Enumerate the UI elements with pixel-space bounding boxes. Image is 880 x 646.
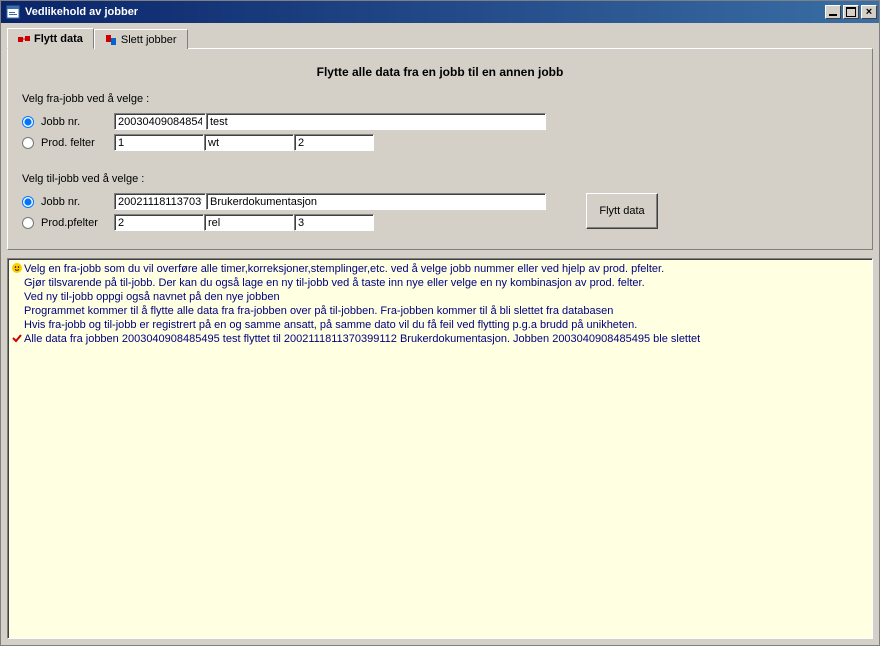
log-line: Ved ny til-jobb oppgi også navnet på den…	[12, 290, 868, 304]
from-pf1-input[interactable]	[114, 134, 204, 151]
from-jobnr-row: Jobb nr.	[22, 113, 858, 130]
flytt-data-icon	[18, 33, 30, 45]
close-button[interactable]: ×	[861, 5, 877, 19]
tab-flytt-label: Flytt data	[34, 33, 83, 45]
slett-jobber-icon	[105, 34, 117, 46]
log-text: Gjør tilsvarende på til-jobb. Der kan du…	[24, 276, 868, 290]
flytt-data-button[interactable]: Flytt data	[586, 193, 658, 229]
minimize-button[interactable]	[825, 5, 841, 19]
to-section-label: Velg til-jobb ved å velge :	[22, 173, 858, 185]
from-jobnr-radio[interactable]	[22, 116, 34, 128]
log-line: Programmet kommer til å flytte alle data…	[12, 304, 868, 318]
log-text: Programmet kommer til å flytte alle data…	[24, 304, 868, 318]
from-pf2-input[interactable]	[204, 134, 294, 151]
tabstrip: Flytt data Slett jobber	[7, 28, 873, 49]
to-pf3-input[interactable]	[294, 214, 374, 231]
from-prod-radio-label[interactable]: Prod. felter	[22, 137, 114, 149]
to-prod-radio-label[interactable]: Prod.pfelter	[22, 217, 114, 229]
page-heading: Flytte alle data fra en jobb til en anne…	[22, 65, 858, 79]
log-panel[interactable]: Velg en fra-jobb som du vil overføre all…	[7, 258, 873, 639]
info-icon	[12, 263, 22, 273]
maximize-button[interactable]	[843, 5, 859, 19]
log-text: Velg en fra-jobb som du vil overføre all…	[24, 262, 868, 276]
from-pf3-input[interactable]	[294, 134, 374, 151]
to-jobnr-input[interactable]	[114, 193, 206, 210]
from-prod-radio[interactable]	[22, 137, 34, 149]
app-icon	[5, 4, 21, 20]
to-prod-row: Prod.pfelter	[22, 214, 546, 231]
window-title: Vedlikehold av jobber	[25, 6, 823, 18]
to-prod-text: Prod.pfelter	[41, 217, 98, 229]
to-jobnr-row: Jobb nr.	[22, 193, 546, 210]
titlebar[interactable]: Vedlikehold av jobber ×	[1, 1, 879, 23]
to-jobnr-text: Jobb nr.	[41, 196, 80, 208]
from-jobnr-text: Jobb nr.	[41, 116, 80, 128]
tab-slett-jobber[interactable]: Slett jobber	[94, 29, 188, 49]
log-text: Ved ny til-jobb oppgi også navnet på den…	[24, 290, 868, 304]
content-area: Flytt data Slett jobber Flytte alle data…	[1, 23, 879, 645]
from-prod-row: Prod. felter	[22, 134, 858, 151]
to-jobnr-radio[interactable]	[22, 196, 34, 208]
log-text: Hvis fra-jobb og til-jobb er registrert …	[24, 318, 868, 332]
log-line: Gjør tilsvarende på til-jobb. Der kan du…	[12, 276, 868, 290]
log-text: Alle data fra jobben 2003040908485495 te…	[24, 332, 868, 346]
from-jobnr-input[interactable]	[114, 113, 206, 130]
from-section-label: Velg fra-jobb ved å velge :	[22, 93, 858, 105]
log-line: Alle data fra jobben 2003040908485495 te…	[12, 332, 868, 346]
to-pf1-input[interactable]	[114, 214, 204, 231]
to-jobname-input[interactable]	[206, 193, 546, 210]
to-pf2-input[interactable]	[204, 214, 294, 231]
log-line: Hvis fra-jobb og til-jobb er registrert …	[12, 318, 868, 332]
to-prod-radio[interactable]	[22, 217, 34, 229]
window-frame: Vedlikehold av jobber × Flytt data Slett…	[0, 0, 880, 646]
tab-flytt-data[interactable]: Flytt data	[7, 28, 94, 49]
tab-slett-label: Slett jobber	[121, 34, 177, 46]
log-line: Velg en fra-jobb som du vil overføre all…	[12, 262, 868, 276]
from-jobname-input[interactable]	[206, 113, 546, 130]
tabpanel-flytt: Flytte alle data fra en jobb til en anne…	[7, 48, 873, 250]
check-icon	[12, 333, 22, 343]
to-jobnr-radio-label[interactable]: Jobb nr.	[22, 196, 114, 208]
from-prod-text: Prod. felter	[41, 137, 95, 149]
from-jobnr-radio-label[interactable]: Jobb nr.	[22, 116, 114, 128]
window-controls: ×	[823, 5, 877, 19]
